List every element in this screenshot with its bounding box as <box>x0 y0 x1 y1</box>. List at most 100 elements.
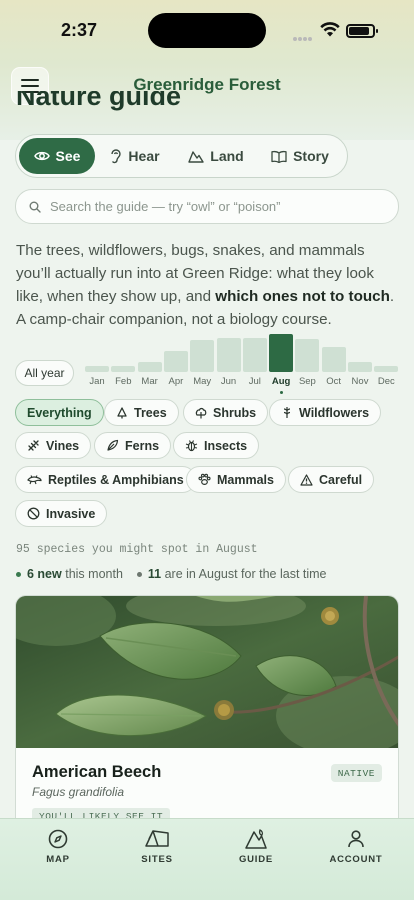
tree-icon <box>117 406 127 418</box>
chip-label: Wildflowers <box>299 405 370 420</box>
tab-story-label: Story <box>293 148 329 164</box>
month-bar-jan[interactable] <box>85 366 109 372</box>
mountain-icon <box>188 150 204 163</box>
tab-map-label: MAP <box>46 854 70 865</box>
last-time[interactable]: 11 are in August for the last time <box>136 567 327 581</box>
tab-account-label: ACCOUNT <box>329 854 383 865</box>
wifi-icon <box>320 22 340 37</box>
bug-icon <box>185 440 198 452</box>
tab-story[interactable]: Story <box>257 138 343 174</box>
chip-label: Shrubs <box>213 405 257 420</box>
month-label-mar[interactable]: Mar <box>138 376 162 387</box>
eye-icon <box>33 151 50 161</box>
month-bar-apr[interactable] <box>163 351 188 372</box>
month-bar-may[interactable] <box>190 340 215 372</box>
last-count: 11 <box>147 567 162 581</box>
mode-tabs: See Hear Land Story <box>15 134 348 178</box>
last-suffix: are in August for the last time <box>164 567 327 581</box>
species-card[interactable]: American Beech Fagus grandifolia NATIVE … <box>15 595 399 855</box>
selected-month-dot <box>279 391 283 394</box>
search-icon <box>29 201 41 213</box>
season-selector: All year Jan Feb Mar Apr May Jun Jul Aug Sep Oct N… <box>15 334 400 394</box>
month-label-aug[interactable]: Aug <box>269 376 293 387</box>
chip-label: Invasive <box>46 506 96 521</box>
month-label-dec[interactable]: Dec <box>374 376 398 387</box>
month-bar-oct[interactable] <box>321 347 346 372</box>
tab-sites[interactable]: SITES <box>117 829 197 865</box>
month-bar-jul[interactable] <box>242 338 267 372</box>
chip-label: Ferns <box>125 438 160 453</box>
month-bar-dec[interactable] <box>374 366 399 372</box>
new-suffix: this month <box>65 567 123 581</box>
vine-icon <box>28 440 39 451</box>
tent-icon <box>145 830 169 847</box>
warning-icon <box>300 473 313 486</box>
tab-see[interactable]: See <box>19 138 95 174</box>
chip-trees[interactable]: Trees <box>104 399 179 426</box>
search-input[interactable] <box>50 199 380 214</box>
tab-see-label: See <box>55 148 81 164</box>
month-label-jan[interactable]: Jan <box>85 376 109 387</box>
month-label-jul[interactable]: Jul <box>243 376 267 387</box>
battery-icon <box>346 24 378 38</box>
month-bar-aug[interactable] <box>269 334 294 372</box>
tab-account[interactable]: ACCOUNT <box>316 829 396 865</box>
month-bar-feb[interactable] <box>111 366 136 372</box>
species-name: American Beech <box>32 763 162 781</box>
tab-guide-label: GUIDE <box>238 854 274 865</box>
page-title: Nature guide <box>16 91 182 111</box>
tab-land-label: Land <box>210 148 244 164</box>
intro-text: The trees, wildflowers, bugs, snakes, an… <box>16 239 400 331</box>
chip-shrubs[interactable]: Shrubs <box>183 399 269 426</box>
new-dot <box>16 572 21 578</box>
chip-careful[interactable]: Careful <box>288 466 375 493</box>
month-bar-mar[interactable] <box>137 362 162 372</box>
month-label-sep[interactable]: Sep <box>295 376 319 387</box>
compass-icon <box>48 829 68 849</box>
chip-mammals[interactable]: Mammals <box>186 466 286 493</box>
month-label-nov[interactable]: Nov <box>348 376 372 387</box>
bottom-tab-bar: MAP SITES GUIDE ACCOUNT <box>0 818 414 900</box>
tab-land[interactable]: Land <box>175 138 257 174</box>
chip-label: Reptiles & Amphibians <box>48 472 184 487</box>
last-dot <box>136 572 142 578</box>
chip-reptiles-amphibians[interactable]: Reptiles & Amphibians <box>15 466 196 493</box>
chip-label: Mammals <box>217 472 274 487</box>
all-year-button[interactable]: All year <box>15 360 74 386</box>
tab-guide[interactable]: GUIDE <box>216 829 296 865</box>
month-bar-sep[interactable] <box>295 339 320 372</box>
species-count: 95 species you might spot in August <box>16 543 258 556</box>
month-bar-nov[interactable] <box>348 362 372 372</box>
native-badge: NATIVE <box>330 764 382 782</box>
chip-invasive[interactable]: Invasive <box>15 500 108 527</box>
month-bar-jun[interactable] <box>216 338 241 372</box>
tab-sites-label: SITES <box>141 854 173 865</box>
reptile-icon <box>27 475 42 485</box>
month-label-apr[interactable]: Apr <box>164 376 188 387</box>
signal-icon <box>293 28 315 41</box>
paw-icon <box>198 473 211 486</box>
tab-hear[interactable]: Hear <box>95 138 175 174</box>
month-label-may[interactable]: May <box>190 376 214 387</box>
new-this-month[interactable]: 6 new this month <box>16 567 123 581</box>
fern-icon <box>107 439 119 451</box>
chip-everything[interactable]: Everything <box>15 399 104 426</box>
chip-wildflowers[interactable]: Wildflowers <box>269 399 382 426</box>
prohibited-icon <box>27 507 40 520</box>
chip-insects[interactable]: Insects <box>173 432 260 459</box>
month-label-oct[interactable]: Oct <box>322 376 346 387</box>
tab-hear-label: Hear <box>128 148 160 164</box>
species-latin-name: Fagus grandifolia <box>32 785 125 799</box>
chip-vines[interactable]: Vines <box>15 432 92 459</box>
book-icon <box>271 150 287 163</box>
month-label-feb[interactable]: Feb <box>111 376 135 387</box>
month-label-jun[interactable]: Jun <box>217 376 241 387</box>
dynamic-island <box>148 13 266 48</box>
status-time: 2:37 <box>61 20 98 40</box>
chip-ferns[interactable]: Ferns <box>94 432 172 459</box>
species-photo <box>16 596 398 748</box>
chip-label: Trees <box>134 405 167 420</box>
tab-map[interactable]: MAP <box>18 829 98 865</box>
shrub-icon <box>195 407 207 418</box>
ear-icon <box>111 149 122 164</box>
